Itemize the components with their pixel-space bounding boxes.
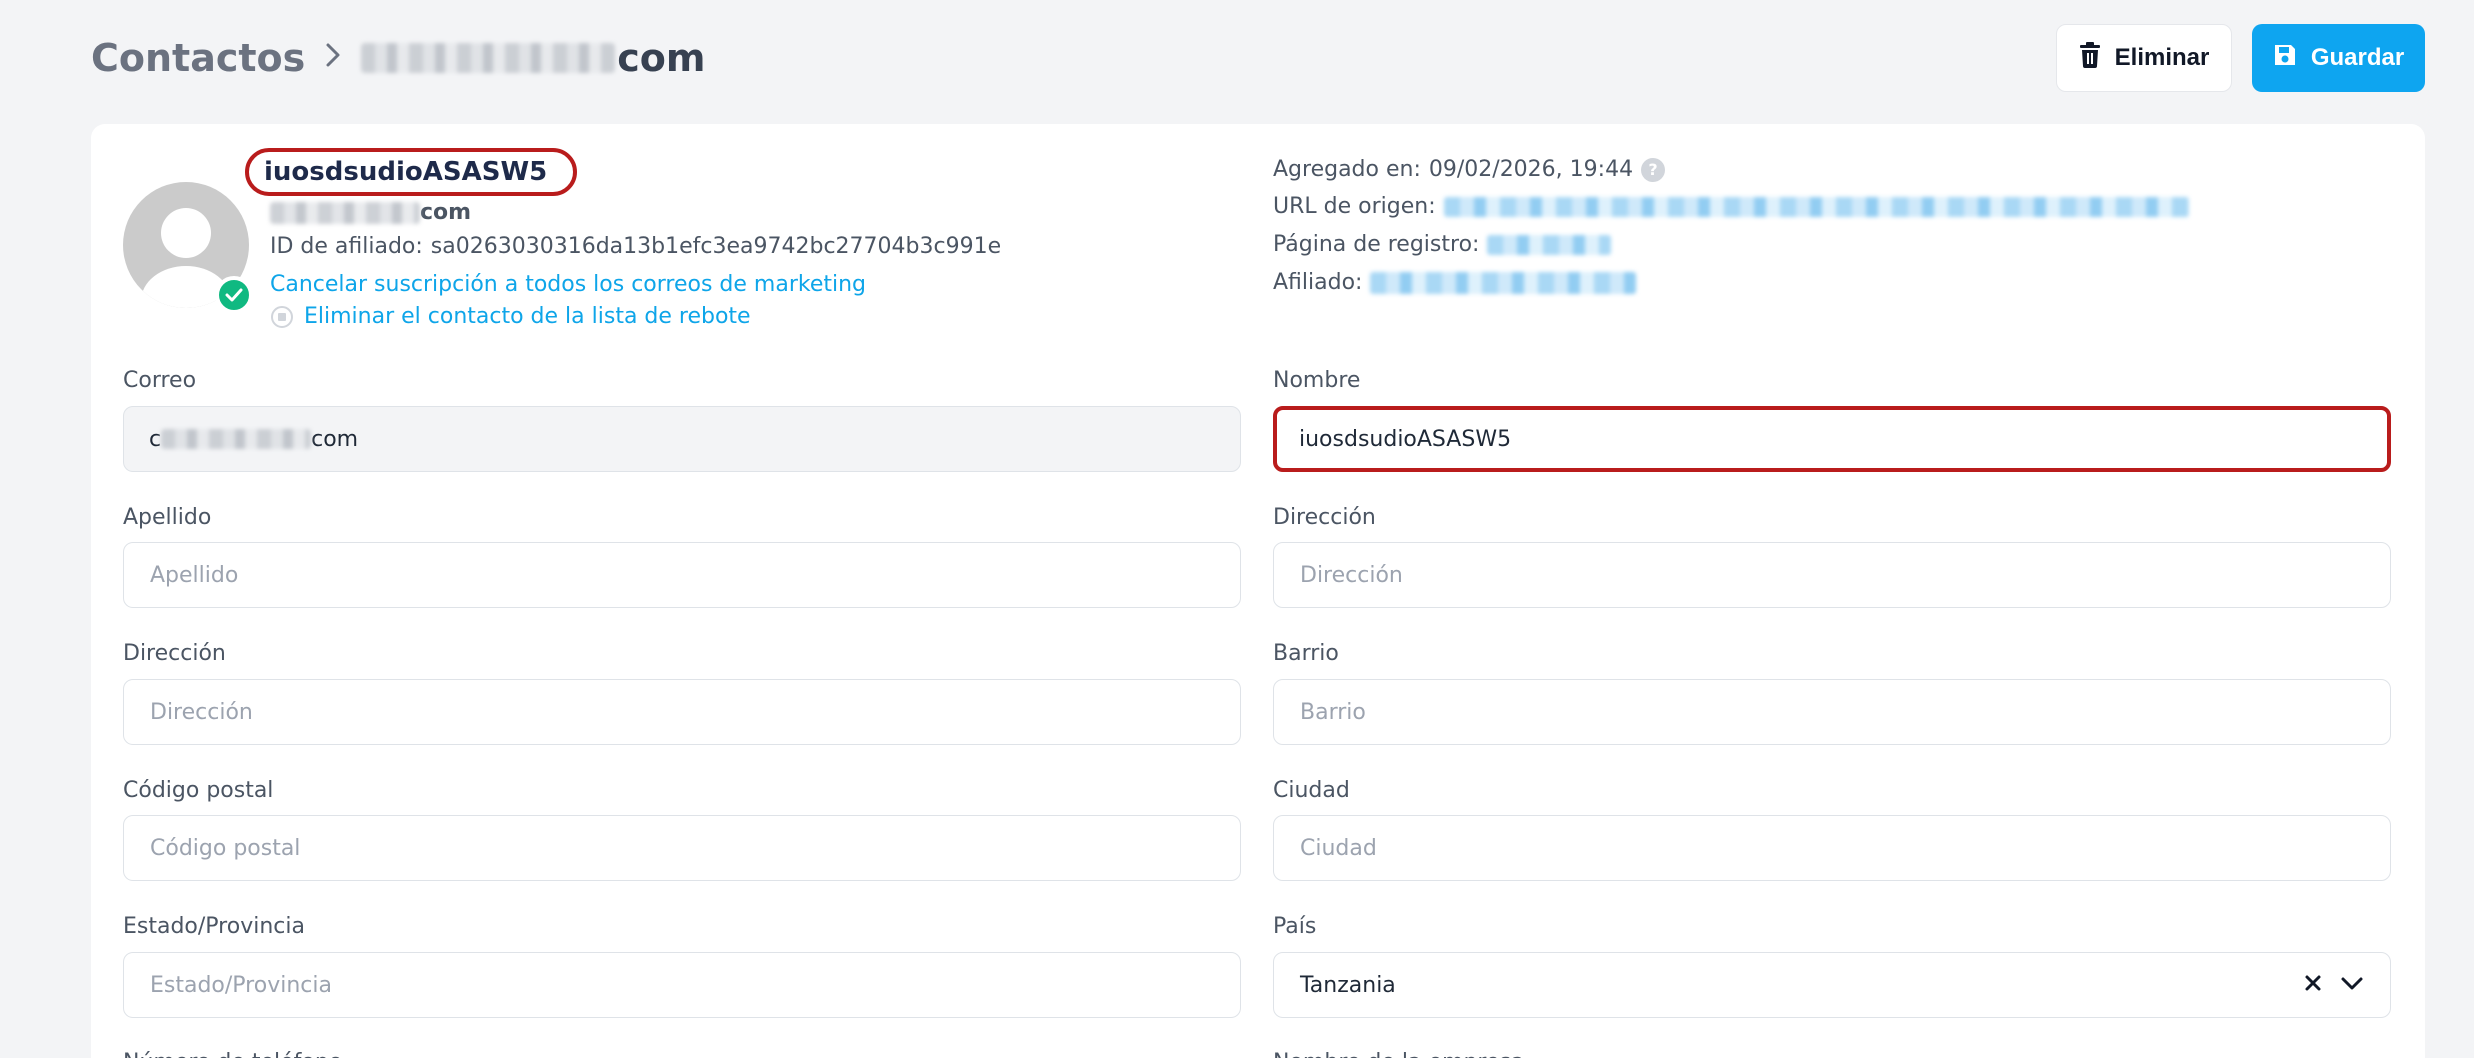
neighborhood-label: Barrio [1273,641,1339,666]
postal-code-field[interactable] [123,815,1241,881]
company-label: Nombre de la empresa [1273,1050,1524,1058]
state-field[interactable] [123,952,1241,1018]
delete-button-label: Eliminar [2114,44,2210,71]
profile-email: com [270,200,471,225]
state-label: Estado/Provincia [123,914,305,939]
page-header: Contactos com Eliminar Guardar [0,0,2474,115]
postal-code-label: Código postal [123,778,274,803]
affiliate-label: Afiliado: [1273,270,1363,295]
added-on-value: 09/02/2026, 19:44 [1428,157,1634,182]
breadcrumb-current: com [361,36,706,80]
redacted-email [361,43,616,73]
breadcrumb-contacts-link[interactable]: Contactos [91,36,305,80]
verified-check-icon [215,276,253,314]
remove-bounce-row[interactable]: Eliminar el contacto de la lista de rebo… [270,304,751,329]
delete-button[interactable]: Eliminar [2056,24,2232,92]
city-label: Ciudad [1273,778,1350,803]
country-label: País [1273,914,1317,939]
chevron-right-icon [323,38,343,78]
email-field[interactable] [123,406,1241,472]
affiliate-id-row: ID de afiliado: sa0263030316da13b1efc3ea… [270,234,1001,259]
save-button-label: Guardar [2310,44,2405,71]
redacted-email [270,201,420,224]
source-url-row: URL de origen: [1273,194,2189,219]
breadcrumb: Contactos com [91,30,706,86]
first-name-label: Nombre [1273,368,1361,393]
stop-circle-icon [270,305,294,329]
breadcrumb-current-suffix: com [617,36,706,80]
country-select[interactable]: Tanzania [1273,952,2391,1018]
affiliate-id-value: sa0263030316da13b1efc3ea9742bc27704b3c99… [430,234,1002,259]
signup-page-label: Página de registro: [1273,232,1480,257]
neighborhood-field[interactable] [1273,679,2391,745]
remove-bounce-link[interactable]: Eliminar el contacto de la lista de rebo… [304,304,751,329]
city-field[interactable] [1273,815,2391,881]
signup-page-link[interactable] [1487,234,1612,255]
clear-icon[interactable] [2304,973,2322,998]
last-name-label: Apellido [123,505,212,530]
profile-email-suffix: com [420,200,472,225]
trash-icon [2079,41,2101,75]
last-name-field[interactable] [123,542,1241,608]
source-url-label: URL de origen: [1273,194,1436,219]
signup-page-row: Página de registro: [1273,232,1612,257]
unsubscribe-link[interactable]: Cancelar suscripción a todos los correos… [270,272,866,297]
added-on-row: Agregado en: 09/02/2026, 19:44 ? [1273,157,1666,182]
profile-name: iuosdsudioASASW5 [245,148,578,196]
added-on-label: Agregado en: [1273,157,1421,182]
chevron-down-icon[interactable] [2340,973,2364,998]
help-icon[interactable]: ? [1641,157,1666,182]
affiliate-link[interactable] [1370,271,1637,294]
save-icon [2273,43,2297,74]
affiliate-row: Afiliado: [1273,270,1637,295]
address2-field[interactable] [1273,542,2391,608]
affiliate-id-label: ID de afiliado: [270,234,423,259]
first-name-field[interactable] [1273,406,2391,472]
address-field[interactable] [123,679,1241,745]
save-button[interactable]: Guardar [2252,24,2425,92]
country-value: Tanzania [1300,972,1396,998]
address2-label: Dirección [1273,505,1376,530]
source-url-link[interactable] [1443,196,2189,217]
contact-card: iuosdsudioASASW5 com ID de afiliado: sa0… [91,124,2425,1058]
address-label: Dirección [123,641,226,666]
email-label: Correo [123,368,197,393]
phone-label: Número de teléfono [123,1050,342,1058]
